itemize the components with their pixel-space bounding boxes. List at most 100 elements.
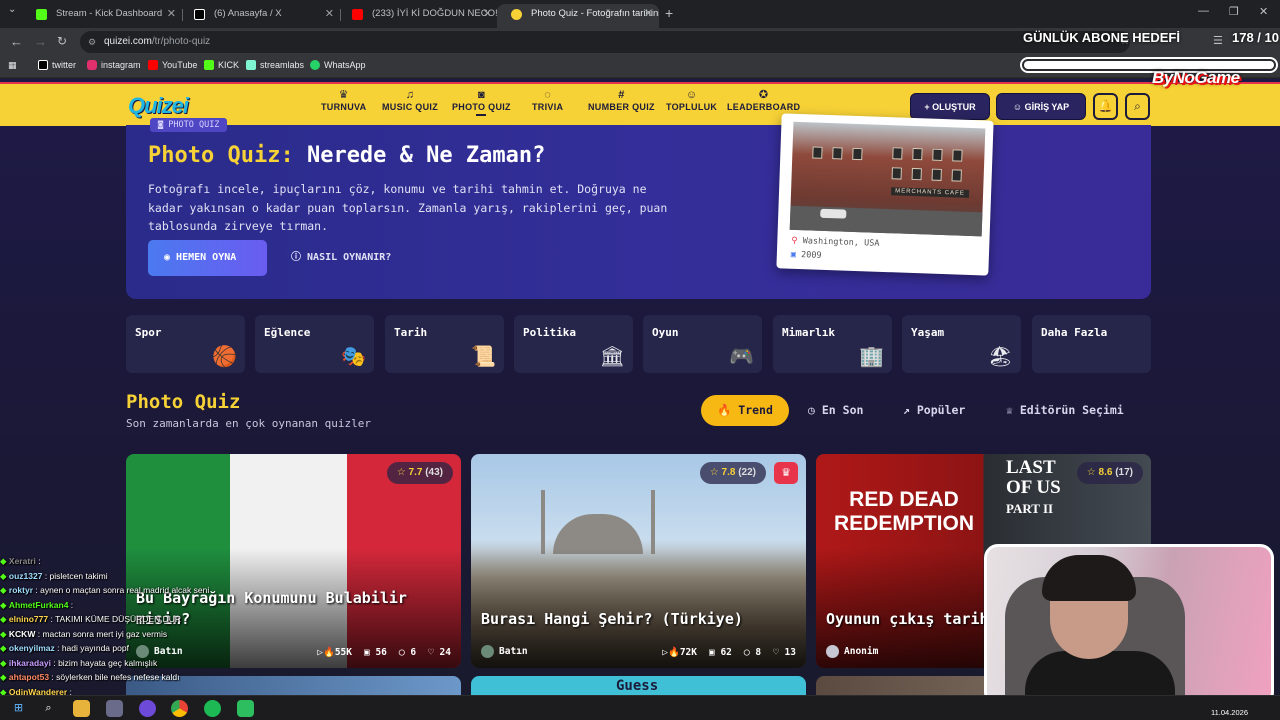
camera-icon: ◙ <box>477 89 485 101</box>
nav-music-quiz[interactable]: ♫ MUSIC QUIZ <box>382 88 438 112</box>
nav-number-quiz[interactable]: # NUMBER QUIZ <box>588 88 655 112</box>
search-icon[interactable]: ⌕ <box>40 700 57 717</box>
chat-username[interactable]: KCKW <box>9 629 35 639</box>
close-tab-icon[interactable]: ✕ <box>483 4 492 24</box>
tab-youtube[interactable]: (233) İYİ Kİ DOĞDUN NECO! - Y ✕ <box>338 4 498 28</box>
chat-badge-icon: ◆ <box>0 614 9 624</box>
login-button[interactable]: ☺ GİRİŞ YAP <box>996 93 1086 120</box>
category-daha-fazla[interactable]: Daha Fazla <box>1032 315 1151 373</box>
filter-en-son[interactable]: ◷ En Son <box>808 395 863 426</box>
nav-turnuva[interactable]: ♛ TURNUVA <box>321 88 366 112</box>
trophy-icon: ♛ <box>338 89 349 101</box>
tab-x-home[interactable]: (6) Anasayfa / X ✕ <box>180 4 340 28</box>
nav-trivia[interactable]: ◌ TRIVIA <box>532 88 563 112</box>
filter-populer[interactable]: ↗ Popüler <box>903 395 965 426</box>
category-mimarlik[interactable]: Mimarlık 🏢 <box>773 315 892 373</box>
chat-username[interactable]: ihkaradayi <box>9 658 51 668</box>
bookmark-streamlabs[interactable]: streamlabs <box>246 60 304 70</box>
tab-title: (233) İYİ Kİ DOĞDUN NECO! - Y <box>372 8 498 19</box>
close-tab-icon[interactable]: ✕ <box>325 4 334 24</box>
chat-username[interactable]: ahtapot53 <box>9 672 49 682</box>
category-oyun[interactable]: Oyun 🎮 <box>643 315 762 373</box>
notifications-button[interactable]: 🔔 <box>1093 93 1118 120</box>
category-yasam[interactable]: Yaşam 🏖 <box>902 315 1021 373</box>
category-tarih[interactable]: Tarih 📜 <box>385 315 504 373</box>
chat-username[interactable]: okenyilmaz <box>9 643 55 653</box>
tab-kick-dashboard[interactable]: Stream - Kick Dashboard ✕ <box>22 4 182 28</box>
minimize-icon[interactable]: — <box>1198 5 1209 17</box>
chrome-icon[interactable] <box>171 700 188 717</box>
bookmark-kick[interactable]: KICK <box>204 60 239 70</box>
chat-message: ◆ ihkaradayi : bizim hayata geç kalmışlı… <box>0 657 158 668</box>
category-spor[interactable]: Spor 🏀 <box>126 315 245 373</box>
category-politika[interactable]: Politika 🏛 <box>514 315 633 373</box>
play-now-button[interactable]: ◉ HEMEN OYNA <box>148 240 267 276</box>
close-tab-icon[interactable]: ✕ <box>167 4 176 24</box>
building-icon: 🏢 <box>859 346 884 368</box>
kick-favicon <box>36 9 47 20</box>
chat-text: söylerken bile nefes nefese kaldı <box>56 672 180 682</box>
image-icon: ▣ <box>364 647 376 658</box>
filter-trend[interactable]: 🔥 Trend <box>701 395 789 426</box>
site-logo[interactable]: Quizei <box>128 93 189 119</box>
hero-banner: ◙ PHOTO QUIZ Photo Quiz: Nerede & Ne Zam… <box>126 113 1151 299</box>
windows-start-icon[interactable]: ⊞ <box>10 700 27 717</box>
streamer-brand-logo: ByNoGame <box>1152 68 1240 87</box>
new-tab-button[interactable]: + <box>665 5 673 21</box>
site-info-icon[interactable]: ⚙ <box>88 31 96 53</box>
chat-badge-icon: ◆ <box>0 599 9 610</box>
chat-username[interactable]: roktyr <box>9 585 33 595</box>
bookmark-whatsapp[interactable]: WhatsApp <box>310 60 366 70</box>
quiz-author: Anonim <box>826 645 878 658</box>
nav-photo-quiz[interactable]: ◙ PHOTO QUIZ <box>452 88 511 116</box>
back-icon[interactable]: ← <box>10 34 23 49</box>
windows-taskbar: ⊞ ⌕ 11.04.2026 <box>0 695 1280 720</box>
maximize-icon[interactable]: ❐ <box>1229 5 1239 18</box>
app-icon[interactable] <box>237 700 254 717</box>
create-button[interactable]: + OLUŞTUR <box>910 93 990 120</box>
search-button[interactable]: ⌕ <box>1125 93 1150 120</box>
cover-title-tlou: LAST OF US PART II <box>1006 457 1061 517</box>
url-bar[interactable]: ⚙ quizei.com/tr/photo-quiz <box>80 31 1130 53</box>
how-to-play-button[interactable]: ⓘ NASIL OYNANIR? <box>291 240 391 276</box>
chat-badge-icon: ◆ <box>0 672 9 682</box>
bookmark-youtube[interactable]: YouTube <box>148 60 197 70</box>
filter-editors-choice[interactable]: ♕ Editörün Seçimi <box>1006 395 1124 426</box>
forward-icon[interactable]: → <box>34 34 47 49</box>
url-domain: quizei.com <box>104 36 152 47</box>
instagram-icon <box>87 60 97 70</box>
bookmark-instagram[interactable]: instagram <box>87 60 141 70</box>
quiz-card[interactable]: ☆ 7.8 (22) ♛ Burası Hangi Şehir? (Türkiy… <box>471 454 806 668</box>
bookmark-twitter[interactable]: twitter <box>38 60 76 70</box>
tab-title: Photo Quiz - Fotoğrafın tarihini <box>531 8 659 19</box>
reading-list-icon[interactable]: ☰ <box>1213 34 1223 47</box>
app-icon[interactable] <box>106 700 123 717</box>
chat-message: ◆ ahtapot53 : söylerken bile nefes nefes… <box>0 672 180 682</box>
spotify-icon[interactable] <box>204 700 221 717</box>
section-subtitle: Son zamanlarda en çok oynanan quizler <box>126 417 372 430</box>
nav-topluluk[interactable]: ☺ TOPLULUK <box>666 88 717 112</box>
chat-username[interactable]: ouz1327 <box>9 571 43 581</box>
close-tab-icon[interactable]: ✕ <box>644 4 653 24</box>
heart-icon: ♡ <box>428 647 440 658</box>
chat-text: TAKIMI KÜME DÜŞÜRDEN DUR <box>55 614 181 624</box>
hero-badge: ◙ PHOTO QUIZ <box>150 118 228 132</box>
apps-grid-icon[interactable]: ▦ <box>8 60 17 71</box>
reload-icon[interactable]: ↻ <box>57 34 67 48</box>
tab-photo-quiz[interactable]: Photo Quiz - Fotoğrafın tarihini ✕ <box>497 4 659 28</box>
category-eglence[interactable]: Eğlence 🎭 <box>255 315 374 373</box>
avatar <box>826 645 839 658</box>
nav-leaderboard[interactable]: ✪ LEADERBOARD <box>727 88 800 112</box>
tab-search-icon[interactable]: ⌄ <box>8 4 16 15</box>
chat-text: aynen o maçtan sonra real madrid alcak s… <box>40 585 210 595</box>
gamepad-icon: 🎮 <box>729 346 754 368</box>
help-circle-icon: ⓘ <box>291 252 308 263</box>
theater-masks-icon: 🎭 <box>341 346 366 368</box>
chat-username[interactable]: elnino777 <box>9 614 48 624</box>
quiz-card-next[interactable]: Guess <box>471 676 806 695</box>
close-window-icon[interactable]: ✕ <box>1259 5 1268 18</box>
chat-username[interactable]: AhmetFurkan4 <box>9 600 69 610</box>
chat-username[interactable]: Xeratri <box>9 556 36 566</box>
file-explorer-icon[interactable] <box>73 700 90 717</box>
discord-icon[interactable] <box>139 700 156 717</box>
